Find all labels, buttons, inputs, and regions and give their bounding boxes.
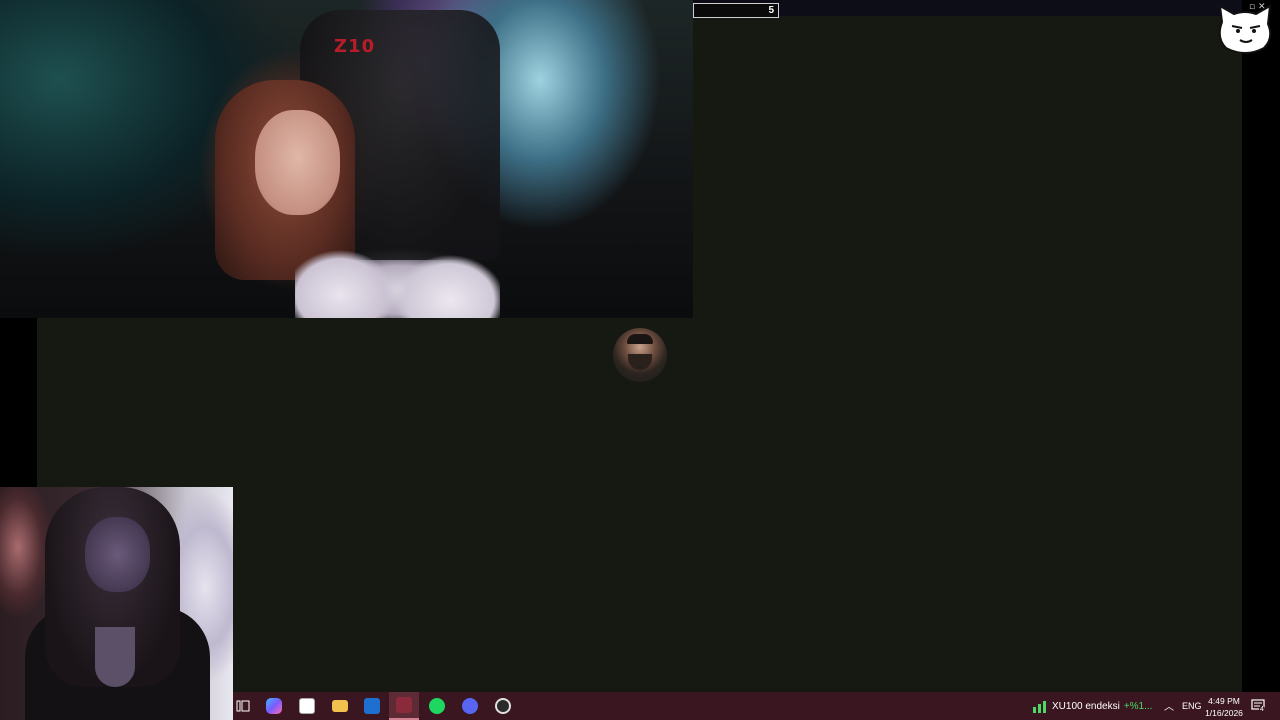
discord-icon[interactable] bbox=[460, 696, 480, 716]
stock-widget[interactable]: XU100 endeksi +%1... bbox=[1032, 692, 1152, 720]
microsoft-store-icon[interactable] bbox=[297, 696, 317, 716]
avatar-hair bbox=[627, 334, 653, 344]
spotify-icon[interactable] bbox=[427, 696, 447, 716]
chevron-up-icon[interactable]: ︿ bbox=[1164, 698, 1174, 713]
avatar-beard bbox=[628, 354, 652, 370]
participant-avatar[interactable] bbox=[613, 328, 667, 382]
counter-box: 5 bbox=[693, 3, 779, 18]
stock-label: XU100 endeksi bbox=[1052, 700, 1120, 712]
window-controls-icon[interactable]: ▫ ✕ bbox=[1249, 2, 1266, 12]
clock-time: 4:49 PM bbox=[1208, 696, 1240, 706]
main-webcam-feed: Z10 bbox=[0, 0, 693, 318]
stock-change: +%1... bbox=[1123, 700, 1153, 712]
obs-icon[interactable] bbox=[493, 696, 513, 716]
clock[interactable]: 4:49 PM 1/16/2026 bbox=[1204, 695, 1244, 719]
active-app-icon[interactable] bbox=[389, 692, 419, 720]
desktop-screen: Z10 5 ▫ ✕ XU100 endeksi +%1... ︿ ENG 4:4… bbox=[0, 0, 1280, 720]
streamer-face bbox=[255, 110, 340, 215]
cam2-neck bbox=[95, 627, 135, 687]
cam2-face bbox=[85, 517, 150, 592]
right-margin bbox=[1242, 0, 1280, 692]
chair-logo: Z10 bbox=[334, 36, 376, 57]
cat-sticker-icon bbox=[1218, 4, 1272, 54]
secondary-webcam-feed bbox=[0, 487, 233, 720]
task-view-icon[interactable] bbox=[233, 696, 253, 716]
clock-date: 1/16/2026 bbox=[1205, 708, 1243, 718]
copilot-icon[interactable] bbox=[264, 696, 284, 716]
notification-count: 4 bbox=[1259, 706, 1265, 713]
file-explorer-icon[interactable] bbox=[330, 696, 350, 716]
outlook-icon[interactable] bbox=[362, 696, 382, 716]
knees bbox=[295, 250, 500, 318]
language-indicator[interactable]: ENG bbox=[1182, 701, 1202, 711]
stock-chart-icon bbox=[1033, 701, 1046, 713]
